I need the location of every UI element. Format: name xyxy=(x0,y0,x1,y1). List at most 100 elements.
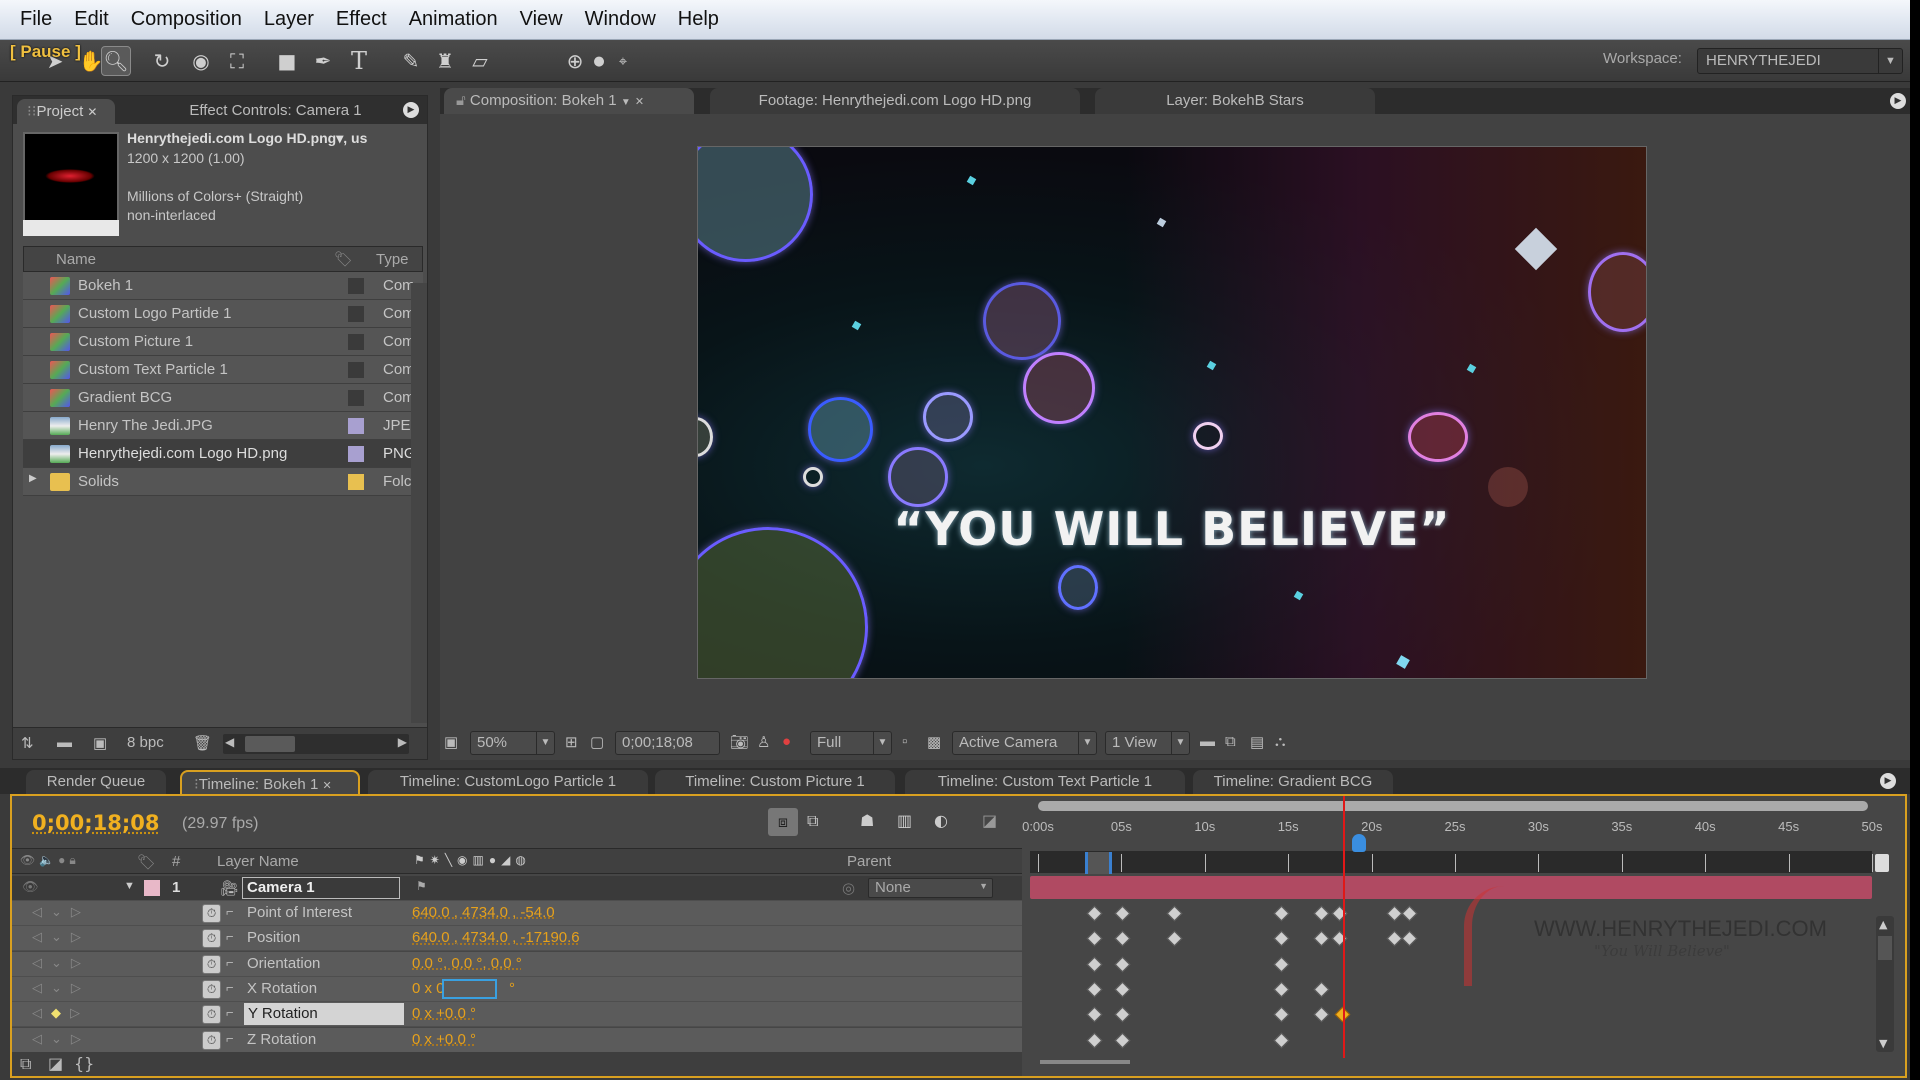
project-item[interactable]: ▶ Solids Folc xyxy=(23,468,423,496)
view-axis-mode[interactable]: ⌖ xyxy=(608,46,638,76)
menu-window[interactable]: Window xyxy=(585,8,656,31)
property-value[interactable]: 0 x +0.0 ° xyxy=(412,1031,476,1048)
tab-timeline-custom-picture[interactable]: Timeline: Custom Picture 1 xyxy=(655,770,895,794)
keyframe[interactable] xyxy=(1114,1006,1131,1023)
stopwatch-icon[interactable]: ⏱ xyxy=(202,929,221,949)
keyframe[interactable] xyxy=(1313,1006,1329,1023)
playhead-handle[interactable] xyxy=(1352,834,1366,852)
menu-composition[interactable]: Composition xyxy=(131,8,242,31)
property-value[interactable]: 0 x 0 xyxy=(412,980,445,997)
new-comp-icon[interactable]: ▣ xyxy=(93,734,107,752)
transparency-grid-icon[interactable]: ▩ xyxy=(927,733,941,751)
time-ruler[interactable] xyxy=(1030,851,1872,873)
label-tag-icon[interactable]: 🏷︎ xyxy=(137,853,156,871)
project-scrollbar[interactable] xyxy=(411,283,427,723)
stopwatch-icon[interactable]: ⏱ xyxy=(202,1005,221,1025)
workspace-dropdown[interactable]: HENRYTHEJEDI ▼ xyxy=(1697,48,1903,74)
region-of-interest-icon[interactable]: ▫ xyxy=(902,733,907,750)
tab-timeline-gradient-bcg[interactable]: Timeline: Gradient BCG xyxy=(1193,770,1393,794)
item-label-color[interactable] xyxy=(348,417,364,434)
property-value[interactable]: 640.0 , 4734.0 , -54.0 xyxy=(412,904,555,921)
column-header-parent[interactable]: Parent xyxy=(847,853,891,870)
scroll-thumb[interactable] xyxy=(245,736,295,752)
keyframe[interactable] xyxy=(1331,905,1348,922)
shy-switch-icon[interactable]: ⚑ xyxy=(416,879,427,893)
work-area-bar[interactable] xyxy=(1038,801,1868,811)
lock-icon[interactable]: 🔓︎ xyxy=(456,92,466,109)
menu-file[interactable]: File xyxy=(20,8,52,31)
type-tool[interactable]: T xyxy=(344,46,374,76)
layer-row-camera-1[interactable]: 👁︎ ▼ 1 🎥︎ Camera 1 ⚑ ◎ None ▼ xyxy=(12,876,1022,901)
keyframe[interactable] xyxy=(1273,931,1289,947)
tab-composition[interactable]: 🔓︎ Composition: Bokeh 1 ▼ ✕ xyxy=(444,88,694,114)
trash-icon[interactable]: 🗑︎ xyxy=(193,734,212,752)
scroll-right-icon[interactable]: ▶ xyxy=(398,735,407,749)
time-navigator[interactable] xyxy=(1085,852,1112,874)
expand-twirl-icon[interactable]: ▶ xyxy=(29,473,37,484)
keyframe[interactable] xyxy=(1086,905,1102,922)
video-toggle-icon[interactable]: 👁︎ xyxy=(22,879,39,895)
zoom-tool[interactable]: 🔍︎ xyxy=(101,46,131,76)
scroll-down-icon[interactable]: ▼ xyxy=(1879,1037,1887,1050)
project-item[interactable]: Henry The Jedi.JPG JPEG xyxy=(23,412,423,440)
property-row[interactable]: ◁⌄▷ ⏱ ⌐ Point of Interest 640.0 , 4734.0 , -… xyxy=(12,901,1022,926)
tab-timeline-bokeh-1[interactable]: ⁝Timeline: Bokeh 1 ✕ xyxy=(180,770,360,794)
property-row[interactable]: ◁⌄▷ ⏱ ⌐ Z Rotation 0 x +0.0 ° xyxy=(12,1027,1022,1053)
item-label-color[interactable] xyxy=(348,473,364,490)
brush-tool[interactable]: ✎ xyxy=(396,46,426,76)
menu-animation[interactable]: Animation xyxy=(409,8,498,31)
interpret-footage-icon[interactable]: ⇅ xyxy=(21,734,34,752)
snapshot-icon[interactable]: 📷︎ xyxy=(730,733,749,751)
shy-layers-icon[interactable]: ☗ xyxy=(860,811,874,830)
toggle-switches-icon[interactable]: ⧉ xyxy=(20,1054,31,1074)
keyframe[interactable] xyxy=(1166,905,1183,922)
property-value[interactable]: 0.0 °, 0.0 °, 0.0 ° xyxy=(412,955,522,972)
keyframe[interactable] xyxy=(1273,1006,1289,1023)
zoom-slider[interactable] xyxy=(1040,1060,1130,1064)
property-value[interactable]: 0 x +0.0 ° xyxy=(412,1005,476,1022)
keyframe[interactable] xyxy=(1086,956,1102,972)
panel-menu-icon[interactable]: ▶ xyxy=(1880,773,1896,789)
keyframe[interactable] xyxy=(1313,905,1329,922)
menu-layer[interactable]: Layer xyxy=(264,8,314,31)
graph-icon[interactable]: ⌐ xyxy=(226,1005,234,1020)
eraser-tool[interactable]: ▱ xyxy=(465,46,495,76)
keyframe[interactable] xyxy=(1386,905,1403,922)
menu-view[interactable]: View xyxy=(520,8,563,31)
keyframe-navigator-icon[interactable]: ◁⌄▷ xyxy=(32,955,90,971)
keyframe[interactable] xyxy=(1114,905,1131,922)
project-item[interactable]: Custom Text Particle 1 Com xyxy=(23,356,423,384)
rotate-tool[interactable]: ↻ xyxy=(147,46,177,76)
graph-icon[interactable]: ⌐ xyxy=(226,955,234,970)
layer-label-color[interactable] xyxy=(144,880,160,896)
keyframe-navigator-icon[interactable]: ◁⌄▷ xyxy=(32,1031,90,1047)
menu-help[interactable]: Help xyxy=(678,8,719,31)
toggle-pixel-aspect-icon[interactable]: ▬ xyxy=(1200,733,1215,750)
project-item[interactable]: Henrythejedi.com Logo HD.png PNG xyxy=(23,440,423,468)
keyframe[interactable] xyxy=(1166,931,1183,947)
safe-zones-icon[interactable]: ⊞ xyxy=(565,733,578,751)
draft-3d-icon[interactable]: ⧉ xyxy=(807,811,818,831)
keyframe[interactable] xyxy=(1114,956,1131,972)
live-update-button[interactable]: ⧈ xyxy=(768,808,798,836)
project-item[interactable]: Gradient BCG Com xyxy=(23,384,423,412)
stopwatch-icon[interactable]: ⏱ xyxy=(202,954,221,974)
keyframe[interactable] xyxy=(1273,1032,1289,1048)
comp-marker-bin[interactable] xyxy=(1875,854,1889,872)
composition-viewer[interactable]: “YOU WILL BELIEVE” xyxy=(697,146,1647,679)
keyframe[interactable] xyxy=(1313,931,1329,947)
property-row[interactable]: ◁⌄▷ ⏱ ⌐ X Rotation 0 x 0 ° xyxy=(12,976,1022,1002)
current-time-display[interactable]: 0;00;18;08 xyxy=(32,811,159,835)
toggle-modes-icon[interactable]: ◪ xyxy=(48,1054,63,1073)
graph-icon[interactable]: ⌐ xyxy=(226,1031,234,1046)
keyframe[interactable] xyxy=(1086,931,1102,947)
keyframe-navigator-icon[interactable]: ◁⌄▷ xyxy=(32,929,90,945)
vertical-scrollbar[interactable]: ▲ ▼ xyxy=(1876,916,1894,1052)
keyframe-navigator-icon[interactable]: ◁◆▷ xyxy=(32,1005,89,1021)
keyframe-navigator-icon[interactable]: ◁⌄▷ xyxy=(32,980,90,996)
graph-icon[interactable]: ⌐ xyxy=(226,980,234,995)
pan-behind-tool[interactable]: ⛶ xyxy=(222,46,252,76)
fast-previews-icon[interactable]: ⧉ xyxy=(1225,733,1236,750)
bit-depth-label[interactable]: 8 bpc xyxy=(127,734,164,751)
tab-footage[interactable]: Footage: Henrythejedi.com Logo HD.png xyxy=(710,88,1080,114)
